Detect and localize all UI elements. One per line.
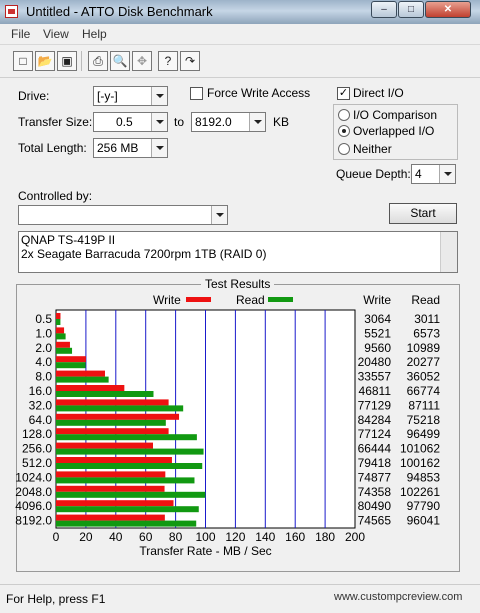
transfer-from-select[interactable]: 0.5 — [93, 112, 168, 132]
context-help-icon[interactable]: ↷ — [180, 51, 200, 71]
queue-depth-label: Queue Depth: — [336, 167, 411, 181]
watermark: www.custompcreview.com — [334, 591, 463, 603]
title-bar[interactable]: Untitled - ATTO Disk Benchmark – □ ✕ — [0, 0, 480, 24]
status-bar: For Help, press F1 www.custompcreview.co… — [0, 584, 480, 613]
test-results-group: Test Results — [16, 277, 460, 572]
transfer-to-value: 8192.0 — [195, 115, 232, 129]
overlapped-io-radio[interactable] — [338, 125, 350, 137]
description-line: 2x Seagate Barracuda 7200rpm 1TB (RAID 0… — [21, 247, 267, 261]
status-text: For Help, press F1 — [6, 592, 106, 606]
io-comparison-label[interactable]: I/O Comparison — [353, 108, 437, 122]
menu-view[interactable]: View — [43, 27, 69, 41]
total-length-value: 256 MB — [97, 141, 139, 155]
menu-bar: File View Help — [0, 24, 480, 45]
help-icon[interactable]: ? — [158, 51, 178, 71]
open-icon[interactable]: 📂 — [35, 51, 55, 71]
menu-file[interactable]: File — [11, 27, 30, 41]
total-length-label: Total Length: — [18, 141, 87, 155]
toolbar-separator — [81, 51, 82, 71]
menu-help[interactable]: Help — [82, 27, 107, 41]
start-button[interactable]: Start — [389, 203, 457, 224]
new-icon[interactable]: □ — [13, 51, 33, 71]
transfer-size-label: Transfer Size: — [18, 115, 93, 129]
queue-depth-value: 4 — [415, 167, 422, 181]
maximize-button[interactable]: □ — [398, 1, 424, 18]
overlapped-io-label[interactable]: Overlapped I/O — [353, 124, 434, 138]
description-textbox[interactable]: QNAP TS-419P II 2x Seagate Barracuda 720… — [18, 231, 458, 273]
chevron-down-icon[interactable] — [151, 139, 167, 157]
queue-depth-select[interactable]: 4 — [411, 164, 456, 184]
to-label: to — [174, 115, 185, 129]
chevron-down-icon[interactable] — [211, 206, 227, 224]
minimize-button[interactable]: – — [371, 1, 397, 18]
total-length-select[interactable]: 256 MB — [93, 138, 168, 158]
kb-label: KB — [273, 115, 290, 129]
neither-label[interactable]: Neither — [353, 142, 392, 156]
print-icon[interactable]: ⎙ — [88, 51, 108, 71]
save-icon[interactable]: ▣ — [57, 51, 77, 71]
transfer-to-select[interactable]: 8192.0 — [191, 112, 266, 132]
direct-io-checkbox[interactable]: ✓ — [337, 87, 350, 100]
chevron-down-icon[interactable] — [249, 113, 265, 131]
description-line: QNAP TS-419P II — [21, 233, 116, 247]
print-preview-icon[interactable]: 🔍 — [110, 51, 130, 71]
chevron-down-icon[interactable] — [151, 87, 167, 105]
drive-label: Drive: — [18, 89, 50, 103]
controlled-by-label: Controlled by: — [18, 189, 93, 203]
chevron-down-icon[interactable] — [151, 113, 167, 131]
drive-value: [-y-] — [97, 89, 118, 103]
app-window: Untitled - ATTO Disk Benchmark – □ ✕ Fil… — [0, 0, 480, 613]
app-icon[interactable] — [5, 5, 18, 18]
transfer-from-value: 0.5 — [116, 115, 133, 129]
chevron-down-icon[interactable] — [439, 165, 455, 183]
controlled-by-select[interactable] — [18, 205, 228, 225]
neither-radio[interactable] — [338, 143, 350, 155]
test-results-title: Test Results — [201, 277, 275, 291]
force-write-checkbox[interactable] — [190, 87, 203, 100]
move-icon[interactable]: ✥ — [132, 51, 152, 71]
window-title: Untitled - ATTO Disk Benchmark — [26, 4, 213, 19]
io-comparison-radio[interactable] — [338, 109, 350, 121]
description-scrollbar[interactable] — [440, 232, 457, 272]
close-button[interactable]: ✕ — [425, 1, 471, 18]
toolbar: □ 📂 ▣ ⎙ 🔍 ✥ ? ↷ — [0, 45, 480, 78]
direct-io-label[interactable]: Direct I/O — [353, 86, 404, 100]
force-write-label[interactable]: Force Write Access — [207, 86, 310, 100]
drive-select[interactable]: [-y-] — [93, 86, 168, 106]
